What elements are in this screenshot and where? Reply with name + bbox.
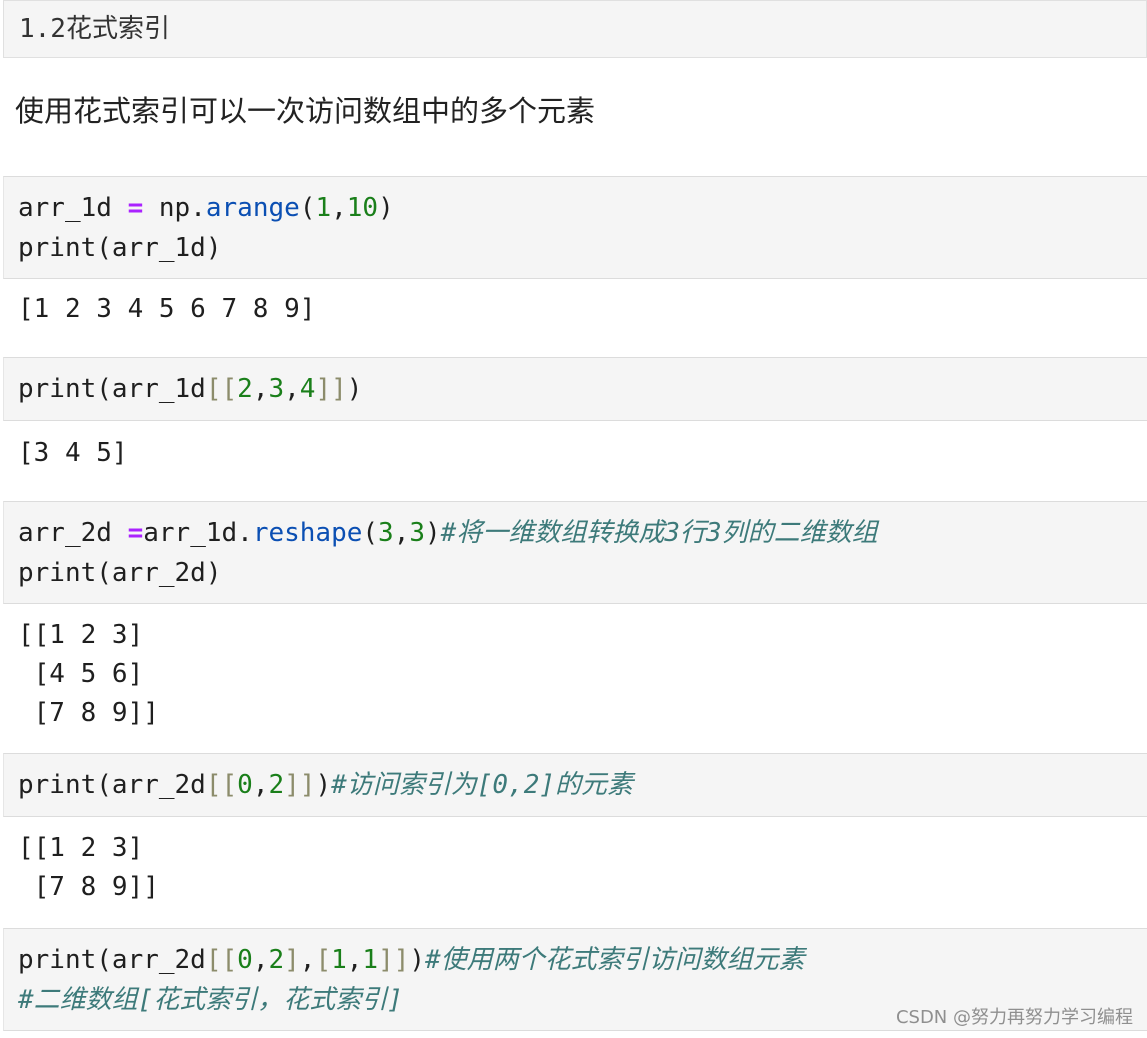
code-number: 3 — [378, 518, 394, 548]
code-token: ) — [315, 770, 332, 800]
cell-output-4-line: [7 8 9]] — [18, 872, 159, 902]
code-token: ( — [362, 518, 379, 548]
cell-output-3-line: [4 5 6] — [18, 659, 144, 689]
cell-output-1: [1 2 3 4 5 6 7 8 9] — [18, 294, 316, 324]
code-token: ) — [378, 193, 394, 223]
cell-output-4-line: [[1 2 3] — [18, 833, 144, 863]
code-token: , — [284, 374, 300, 404]
cell-output-3-line: [7 8 9]] — [18, 698, 159, 728]
code-number: 2 — [237, 374, 253, 404]
cell-output-3-line: [[1 2 3] — [18, 620, 144, 650]
cell-output-2: [3 4 5] — [18, 438, 128, 468]
code-number: 2 — [268, 770, 285, 800]
code-comment: #访问索引为[0,2]的元素 — [331, 770, 634, 800]
code-number: 3 — [409, 518, 426, 548]
code-comment-line: #二维数组[花式索引，花式索引] — [18, 985, 403, 1015]
code-token: , — [252, 945, 269, 975]
code-line: print(arr_1d[[2,3,4]]) — [18, 372, 362, 406]
code-line: print(arr_2d[[0,2]])#访问索引为[0,2]的元素 — [18, 768, 633, 802]
code-bracket: [ — [315, 945, 332, 975]
code-line: print(arr_2d[[0,2],[1,1]])#使用两个花式索引访问数组元… — [18, 943, 805, 977]
code-token: print(arr_2d — [18, 770, 206, 800]
code-token: , — [346, 945, 363, 975]
code-bracket: ] — [284, 945, 300, 975]
code-line: arr_2d =arr_1d.reshape(3,3)#将一维数组转换成3行3列… — [18, 516, 878, 550]
code-number: 1 — [315, 193, 332, 223]
code-cell-1[interactable]: arr_1d = np.arange(1,10) print(arr_1d) — [3, 176, 1147, 279]
code-line: print(arr_2d) — [18, 558, 222, 588]
code-token: ) — [346, 374, 363, 404]
code-number: 1 — [362, 945, 379, 975]
markdown-heading-cell[interactable]: 1.2花式索引 — [3, 0, 1147, 58]
code-number: 3 — [268, 374, 285, 404]
code-token: , — [252, 770, 269, 800]
code-comment: #将一维数组转换成3行3列的二维数组 — [440, 518, 878, 548]
code-bracket: ]] — [378, 945, 410, 975]
code-token: print(arr_1d — [18, 374, 206, 404]
code-bracket: ]] — [315, 374, 347, 404]
code-token: ) — [425, 518, 441, 548]
code-cell-4[interactable]: print(arr_2d[[0,2]])#访问索引为[0,2]的元素 — [3, 753, 1147, 817]
code-cell-3[interactable]: arr_2d =arr_1d.reshape(3,3)#将一维数组转换成3行3列… — [3, 501, 1147, 604]
code-comment: #使用两个花式索引访问数组元素 — [425, 945, 805, 975]
code-function: reshape — [252, 518, 363, 548]
code-token: ) — [409, 945, 426, 975]
code-token: , — [331, 193, 347, 223]
code-token: arr_1d — [18, 193, 128, 223]
code-number: 0 — [237, 770, 253, 800]
code-operator: = — [127, 518, 144, 548]
code-bracket: [[ — [205, 374, 238, 404]
code-token: ( — [299, 193, 316, 223]
code-token: , — [299, 945, 316, 975]
code-operator: = — [127, 193, 144, 223]
code-token: , — [393, 518, 410, 548]
code-bracket: ]] — [284, 770, 316, 800]
intro-paragraph: 使用花式索引可以一次访问数组中的多个元素 — [15, 94, 596, 128]
code-number: 0 — [237, 945, 253, 975]
code-number: 4 — [299, 374, 316, 404]
code-cell-2[interactable]: print(arr_1d[[2,3,4]]) — [3, 357, 1147, 421]
code-function: arange — [205, 193, 300, 223]
code-token: arr_2d — [18, 518, 128, 548]
code-token: arr_1d. — [143, 518, 253, 548]
code-line: arr_1d = np.arange(1,10) — [18, 191, 394, 225]
code-bracket: [[ — [205, 945, 238, 975]
code-token: print(arr_2d — [18, 945, 206, 975]
code-token: np. — [143, 193, 206, 223]
code-number: 2 — [268, 945, 285, 975]
code-number: 10 — [346, 193, 379, 223]
csdn-watermark: CSDN @努力再努力学习编程 — [895, 1007, 1133, 1028]
code-line: print(arr_1d) — [18, 233, 222, 263]
section-heading: 1.2花式索引 — [19, 14, 170, 44]
code-number: 1 — [331, 945, 347, 975]
code-bracket: [[ — [205, 770, 238, 800]
code-token: , — [252, 374, 269, 404]
